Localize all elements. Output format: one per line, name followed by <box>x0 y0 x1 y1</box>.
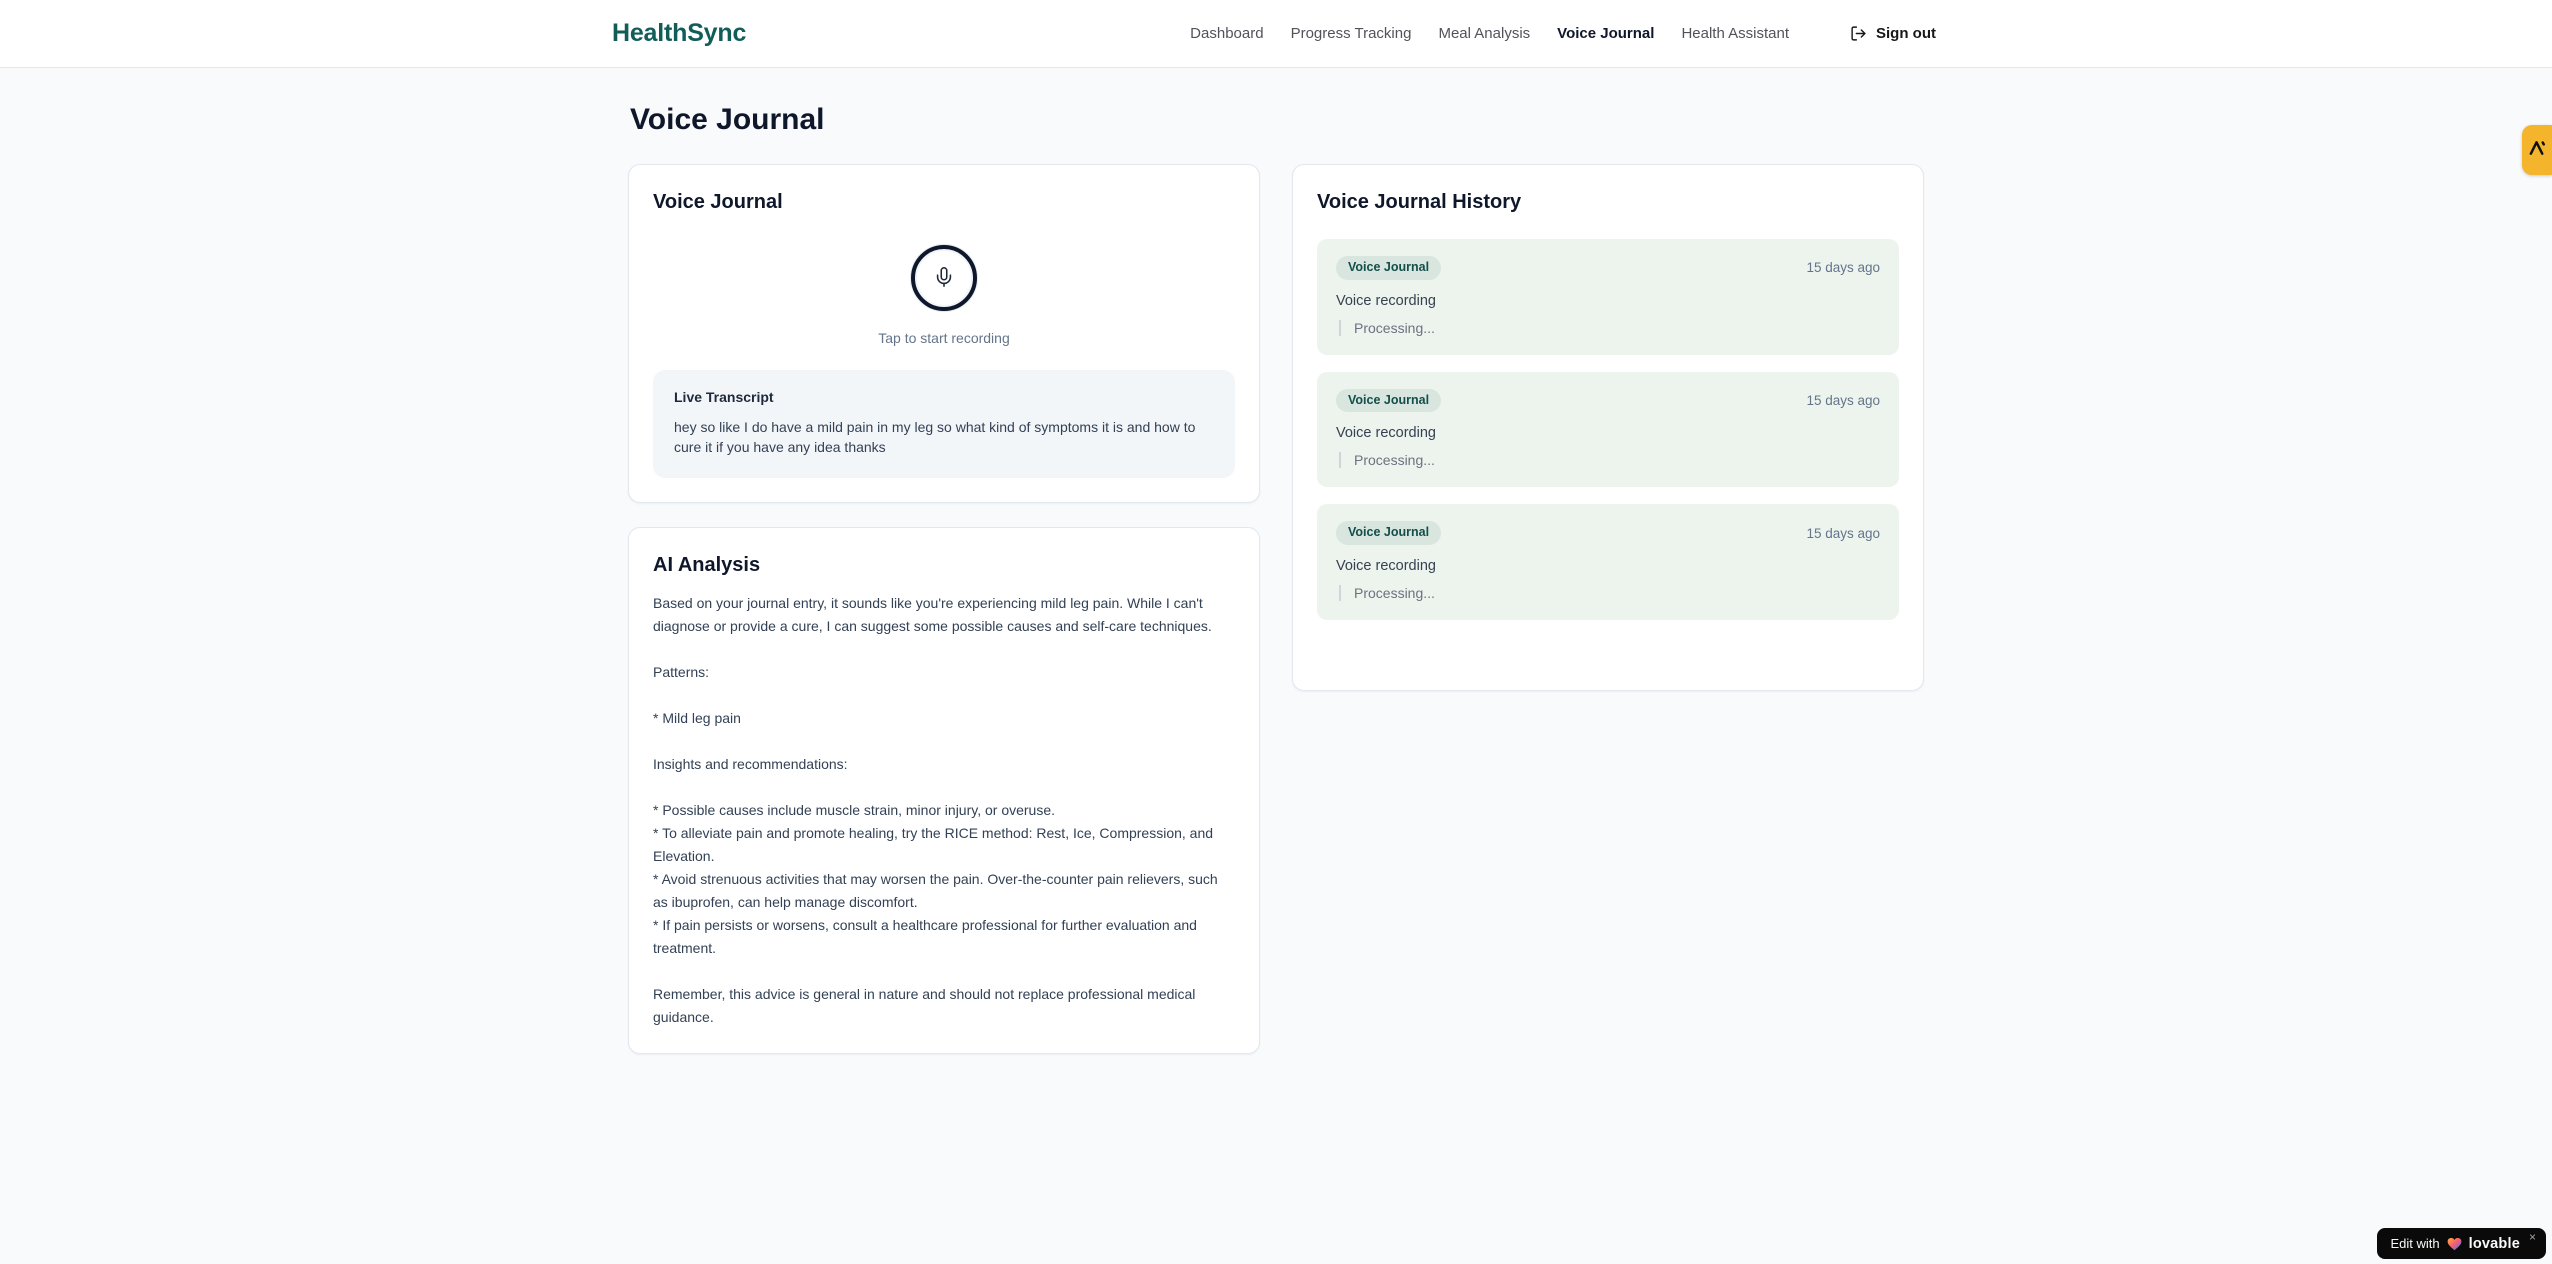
page-title: Voice Journal <box>630 103 825 136</box>
content-grid: Voice Journal Tap to start recording Liv… <box>628 164 1924 1054</box>
entry-type-badge: Voice Journal <box>1336 388 1442 413</box>
ai-analysis-card: AI Analysis Based on your journal entry,… <box>628 527 1260 1054</box>
mic-area: Tap to start recording <box>653 245 1235 346</box>
history-entry: Voice Journal 15 days ago Voice recordin… <box>1317 504 1899 620</box>
entry-timestamp: 15 days ago <box>1806 525 1880 541</box>
feedback-logo-icon <box>2528 139 2547 162</box>
record-button[interactable] <box>911 245 977 311</box>
feedback-widget-tab[interactable] <box>2522 125 2552 175</box>
entry-label: Voice recording <box>1336 557 1436 574</box>
entry-timestamp: 15 days ago <box>1806 260 1880 276</box>
entry-processing-status: Processing... <box>1339 452 1880 469</box>
microphone-icon <box>933 266 955 291</box>
nav-health-assistant[interactable]: Health Assistant <box>1681 25 1789 42</box>
entry-label: Voice recording <box>1336 292 1436 309</box>
history-entry-header: Voice Journal 15 days ago <box>1336 388 1880 413</box>
live-transcript-title: Live Transcript <box>674 389 774 405</box>
main-content: Voice Journal Voice Journal Tap to start… <box>628 68 1924 1054</box>
history-entry: Voice Journal 15 days ago Voice recordin… <box>1317 239 1899 355</box>
header-inner: HealthSync Dashboard Progress Tracking M… <box>600 0 1952 67</box>
entry-processing-status: Processing... <box>1339 584 1880 601</box>
lovable-badge-prefix: Edit with <box>2390 1236 2440 1251</box>
history-entry: Voice Journal 15 days ago Voice recordin… <box>1317 371 1899 488</box>
history-entry-header: Voice Journal 15 days ago <box>1336 256 1880 280</box>
nav-voice-journal[interactable]: Voice Journal <box>1557 25 1654 42</box>
entry-type-badge: Voice Journal <box>1336 256 1442 280</box>
sign-out-label: Sign out <box>1876 25 1936 42</box>
sign-out-button[interactable]: Sign out <box>1846 19 1940 48</box>
entry-type-badge: Voice Journal <box>1336 521 1442 545</box>
entry-timestamp: 15 days ago <box>1806 392 1880 408</box>
ai-analysis-body: Based on your journal entry, it sounds l… <box>653 595 1218 1025</box>
main-nav: Dashboard Progress Tracking Meal Analysi… <box>1190 19 1940 48</box>
ai-analysis-title: AI Analysis <box>653 554 761 576</box>
heart-icon <box>2447 1237 2462 1251</box>
edit-with-lovable-badge[interactable]: Edit with lovable × <box>2377 1228 2546 1259</box>
recorder-card-title: Voice Journal <box>653 191 783 213</box>
app-header: HealthSync Dashboard Progress Tracking M… <box>0 0 2552 68</box>
history-entry-header: Voice Journal 15 days ago <box>1336 521 1880 545</box>
nav-progress-tracking[interactable]: Progress Tracking <box>1291 25 1412 42</box>
app-logo[interactable]: HealthSync <box>612 19 746 48</box>
live-transcript-box: Live Transcript hey so like I do have a … <box>653 370 1235 478</box>
close-icon[interactable]: × <box>2529 1231 2536 1243</box>
history-list: Voice Journal 15 days ago Voice recordin… <box>1317 239 1899 620</box>
tap-to-record-hint: Tap to start recording <box>878 330 1010 346</box>
nav-meal-analysis[interactable]: Meal Analysis <box>1438 25 1530 42</box>
live-transcript-text: hey so like I do have a mild pain in my … <box>674 419 1196 455</box>
lovable-badge-brand: lovable <box>2468 1235 2520 1252</box>
entry-processing-status: Processing... <box>1339 319 1880 336</box>
voice-journal-history-card: Voice Journal History Voice Journal 15 d… <box>1292 164 1924 691</box>
entry-label: Voice recording <box>1336 425 1436 442</box>
voice-recorder-card: Voice Journal Tap to start recording Liv… <box>628 164 1260 503</box>
logout-icon <box>1850 25 1867 42</box>
left-column: Voice Journal Tap to start recording Liv… <box>628 164 1260 1054</box>
history-card-title: Voice Journal History <box>1317 191 1522 213</box>
nav-dashboard[interactable]: Dashboard <box>1190 25 1263 42</box>
